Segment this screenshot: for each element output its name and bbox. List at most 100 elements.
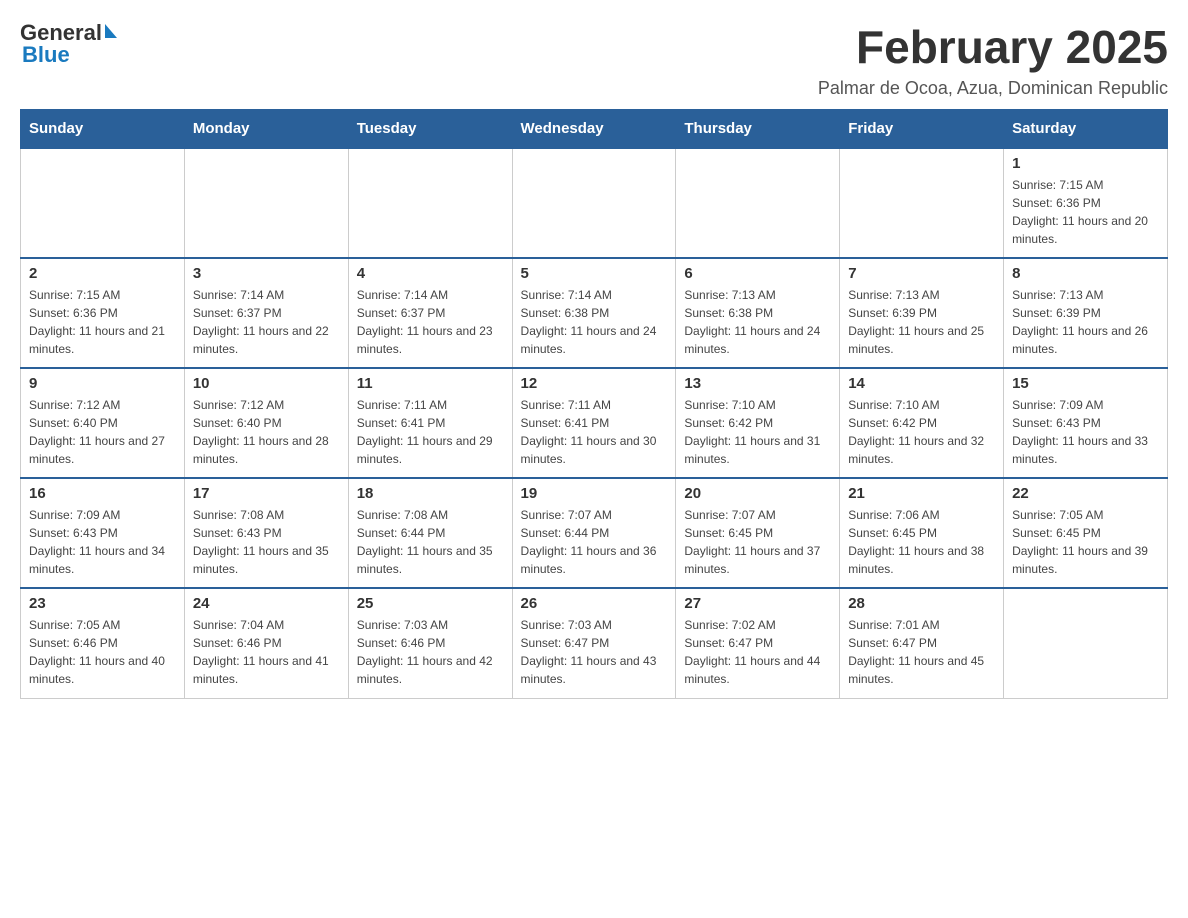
- calendar-cell: 10 Sunrise: 7:12 AM Sunset: 6:40 PM Dayli…: [184, 368, 348, 478]
- day-info: Sunrise: 7:03 AM Sunset: 6:47 PM Dayligh…: [521, 616, 668, 688]
- day-number: 26: [521, 595, 668, 612]
- day-info: Sunrise: 7:07 AM Sunset: 6:44 PM Dayligh…: [521, 506, 668, 578]
- day-info: Sunrise: 7:13 AM Sunset: 6:39 PM Dayligh…: [1012, 286, 1159, 358]
- day-number: 9: [29, 375, 176, 392]
- calendar-cell: 13Sunrise: 7:10 AM Sunset: 6:42 PM Dayli…: [676, 368, 840, 478]
- day-info: Sunrise: 7:06 AM Sunset: 6:45 PM Dayligh…: [848, 506, 995, 578]
- logo-text-blue: Blue: [22, 42, 70, 68]
- calendar-cell: 1Sunrise: 7:15 AM Sunset: 6:36 PM Daylig…: [1004, 148, 1168, 258]
- day-info: Sunrise: 7:05 AM Sunset: 6:46 PM Dayligh…: [29, 616, 176, 688]
- calendar-cell: 22Sunrise: 7:05 AM Sunset: 6:45 PM Dayli…: [1004, 478, 1168, 588]
- calendar-cell: 6 Sunrise: 7:13 AM Sunset: 6:38 PM Daylig…: [676, 258, 840, 368]
- week-row-2: 2 Sunrise: 7:15 AM Sunset: 6:36 PM Daylig…: [21, 258, 1168, 368]
- day-info: Sunrise: 7:14 AM Sunset: 6:38 PM Dayligh…: [521, 286, 668, 358]
- day-info: Sunrise: 7:14 AM Sunset: 6:37 PM Dayligh…: [357, 286, 504, 358]
- day-info: Sunrise: 7:10 AM Sunset: 6:42 PM Dayligh…: [848, 396, 995, 468]
- calendar-cell: [348, 148, 512, 258]
- calendar-cell: [21, 148, 185, 258]
- week-row-1: 1Sunrise: 7:15 AM Sunset: 6:36 PM Daylig…: [21, 148, 1168, 258]
- calendar-cell: 2 Sunrise: 7:15 AM Sunset: 6:36 PM Daylig…: [21, 258, 185, 368]
- day-info: Sunrise: 7:11 AM Sunset: 6:41 PM Dayligh…: [357, 396, 504, 468]
- day-info: Sunrise: 7:03 AM Sunset: 6:46 PM Dayligh…: [357, 616, 504, 688]
- calendar-cell: 5Sunrise: 7:14 AM Sunset: 6:38 PM Daylig…: [512, 258, 676, 368]
- day-number: 10: [193, 375, 340, 392]
- calendar-cell: 26 Sunrise: 7:03 AM Sunset: 6:47 PM Dayli…: [512, 588, 676, 698]
- day-number: 8: [1012, 265, 1159, 282]
- calendar-cell: 15 Sunrise: 7:09 AM Sunset: 6:43 PM Dayli…: [1004, 368, 1168, 478]
- day-info: Sunrise: 7:09 AM Sunset: 6:43 PM Dayligh…: [1012, 396, 1159, 468]
- day-info: Sunrise: 7:09 AM Sunset: 6:43 PM Dayligh…: [29, 506, 176, 578]
- day-number: 23: [29, 595, 176, 612]
- day-info: Sunrise: 7:13 AM Sunset: 6:38 PM Dayligh…: [684, 286, 831, 358]
- calendar-cell: 3 Sunrise: 7:14 AM Sunset: 6:37 PM Daylig…: [184, 258, 348, 368]
- day-info: Sunrise: 7:12 AM Sunset: 6:40 PM Dayligh…: [29, 396, 176, 468]
- day-number: 4: [357, 265, 504, 282]
- logo-triangle-icon: [105, 24, 117, 38]
- calendar-cell: [184, 148, 348, 258]
- weekday-header-sunday: Sunday: [21, 110, 185, 149]
- day-number: 16: [29, 485, 176, 502]
- day-number: 1: [1012, 155, 1159, 172]
- week-row-5: 23 Sunrise: 7:05 AM Sunset: 6:46 PM Dayli…: [21, 588, 1168, 698]
- day-number: 6: [684, 265, 831, 282]
- day-info: Sunrise: 7:04 AM Sunset: 6:46 PM Dayligh…: [193, 616, 340, 688]
- day-number: 21: [848, 485, 995, 502]
- calendar-cell: 25 Sunrise: 7:03 AM Sunset: 6:46 PM Dayli…: [348, 588, 512, 698]
- weekday-header-tuesday: Tuesday: [348, 110, 512, 149]
- calendar-cell: 11 Sunrise: 7:11 AM Sunset: 6:41 PM Dayli…: [348, 368, 512, 478]
- day-number: 12: [521, 375, 668, 392]
- calendar-cell: 8 Sunrise: 7:13 AM Sunset: 6:39 PM Daylig…: [1004, 258, 1168, 368]
- day-number: 17: [193, 485, 340, 502]
- day-number: 2: [29, 265, 176, 282]
- calendar-cell: 7 Sunrise: 7:13 AM Sunset: 6:39 PM Daylig…: [840, 258, 1004, 368]
- day-number: 15: [1012, 375, 1159, 392]
- day-number: 27: [684, 595, 831, 612]
- weekday-header-row: SundayMondayTuesdayWednesdayThursdayFrid…: [21, 110, 1168, 149]
- day-info: Sunrise: 7:07 AM Sunset: 6:45 PM Dayligh…: [684, 506, 831, 578]
- day-info: Sunrise: 7:10 AM Sunset: 6:42 PM Dayligh…: [684, 396, 831, 468]
- weekday-header-wednesday: Wednesday: [512, 110, 676, 149]
- weekday-header-thursday: Thursday: [676, 110, 840, 149]
- day-number: 19: [521, 485, 668, 502]
- day-info: Sunrise: 7:02 AM Sunset: 6:47 PM Dayligh…: [684, 616, 831, 688]
- calendar-cell: 27 Sunrise: 7:02 AM Sunset: 6:47 PM Dayli…: [676, 588, 840, 698]
- day-info: Sunrise: 7:13 AM Sunset: 6:39 PM Dayligh…: [848, 286, 995, 358]
- day-number: 25: [357, 595, 504, 612]
- calendar-cell: [840, 148, 1004, 258]
- day-number: 28: [848, 595, 995, 612]
- day-info: Sunrise: 7:08 AM Sunset: 6:44 PM Dayligh…: [357, 506, 504, 578]
- calendar-cell: 24 Sunrise: 7:04 AM Sunset: 6:46 PM Dayli…: [184, 588, 348, 698]
- day-info: Sunrise: 7:11 AM Sunset: 6:41 PM Dayligh…: [521, 396, 668, 468]
- week-row-3: 9 Sunrise: 7:12 AM Sunset: 6:40 PM Daylig…: [21, 368, 1168, 478]
- page-header: General Blue February 2025 Palmar de Oco…: [20, 20, 1168, 99]
- calendar-cell: 9 Sunrise: 7:12 AM Sunset: 6:40 PM Daylig…: [21, 368, 185, 478]
- day-number: 11: [357, 375, 504, 392]
- weekday-header-saturday: Saturday: [1004, 110, 1168, 149]
- calendar-title: February 2025: [818, 20, 1168, 74]
- calendar-table: SundayMondayTuesdayWednesdayThursdayFrid…: [20, 109, 1168, 699]
- weekday-header-monday: Monday: [184, 110, 348, 149]
- calendar-cell: 21 Sunrise: 7:06 AM Sunset: 6:45 PM Dayli…: [840, 478, 1004, 588]
- day-number: 24: [193, 595, 340, 612]
- day-number: 14: [848, 375, 995, 392]
- calendar-cell: 14 Sunrise: 7:10 AM Sunset: 6:42 PM Dayli…: [840, 368, 1004, 478]
- day-info: Sunrise: 7:01 AM Sunset: 6:47 PM Dayligh…: [848, 616, 995, 688]
- calendar-cell: 18 Sunrise: 7:08 AM Sunset: 6:44 PM Dayli…: [348, 478, 512, 588]
- day-info: Sunrise: 7:14 AM Sunset: 6:37 PM Dayligh…: [193, 286, 340, 358]
- calendar-cell: 19 Sunrise: 7:07 AM Sunset: 6:44 PM Dayli…: [512, 478, 676, 588]
- day-info: Sunrise: 7:12 AM Sunset: 6:40 PM Dayligh…: [193, 396, 340, 468]
- day-number: 18: [357, 485, 504, 502]
- calendar-cell: [1004, 588, 1168, 698]
- calendar-cell: 17Sunrise: 7:08 AM Sunset: 6:43 PM Dayli…: [184, 478, 348, 588]
- calendar-cell: 20 Sunrise: 7:07 AM Sunset: 6:45 PM Dayli…: [676, 478, 840, 588]
- weekday-header-friday: Friday: [840, 110, 1004, 149]
- calendar-cell: [676, 148, 840, 258]
- calendar-cell: 12 Sunrise: 7:11 AM Sunset: 6:41 PM Dayli…: [512, 368, 676, 478]
- logo: General Blue: [20, 20, 117, 68]
- day-number: 7: [848, 265, 995, 282]
- day-number: 3: [193, 265, 340, 282]
- day-info: Sunrise: 7:15 AM Sunset: 6:36 PM Dayligh…: [29, 286, 176, 358]
- day-number: 20: [684, 485, 831, 502]
- calendar-subtitle: Palmar de Ocoa, Azua, Dominican Republic: [818, 78, 1168, 99]
- calendar-cell: 16 Sunrise: 7:09 AM Sunset: 6:43 PM Dayli…: [21, 478, 185, 588]
